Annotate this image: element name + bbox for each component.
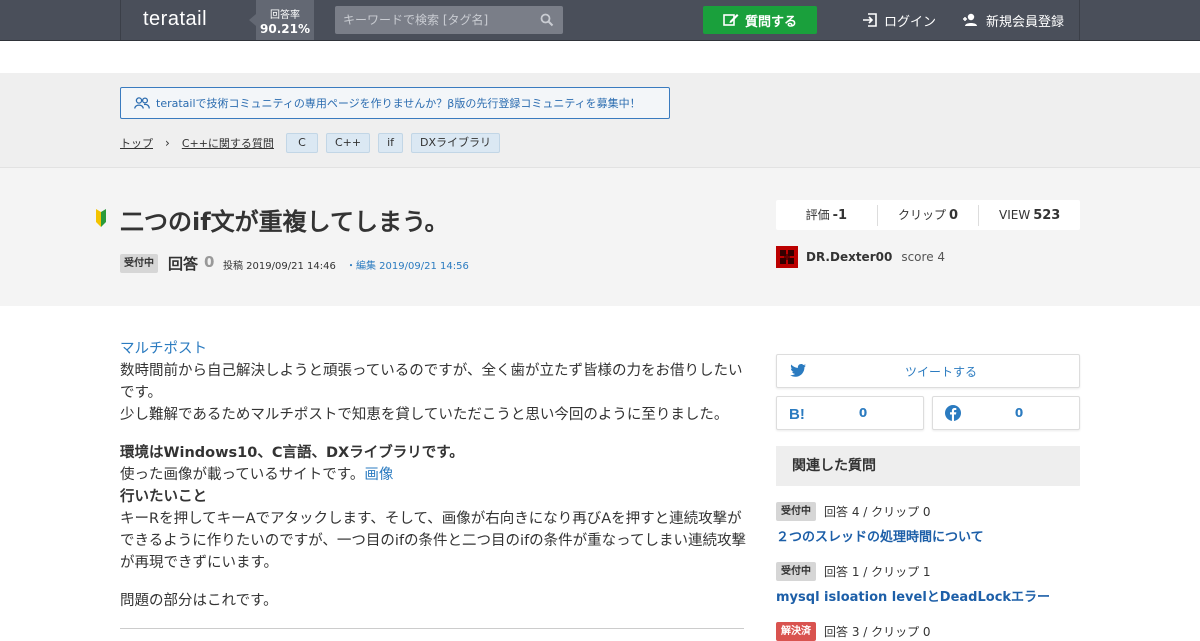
posted-date: 投稿 2019/09/21 14:46 <box>223 261 336 272</box>
breadcrumb-separator: › <box>165 136 170 150</box>
beginner-mark-icon <box>96 209 106 227</box>
related-status-badge: 受付中 <box>776 561 816 581</box>
search-icon[interactable] <box>540 13 554 27</box>
login-label: ログイン <box>884 14 937 30</box>
breadcrumb: トップ › C++に関する質問 C C++ if DXライブラリ <box>120 133 501 153</box>
community-banner[interactable]: teratailで技術コミュニティの専用ページを作りませんか？β版の先行登録コミ… <box>120 87 670 119</box>
avatar[interactable] <box>776 246 798 268</box>
rating-label: 評価 <box>805 207 830 222</box>
related-question-link[interactable]: mysql isloation levelとDeadLockエラー <box>776 586 1080 605</box>
answer-rate-value: 90.21% <box>260 22 310 36</box>
related-questions-heading: 関連した質問 <box>776 446 1080 486</box>
search-input[interactable] <box>335 6 525 34</box>
logo-text[interactable]: teratail <box>143 8 207 31</box>
tag-dxlib[interactable]: DXライブラリ <box>411 133 501 153</box>
code-block-border <box>120 628 744 629</box>
environment-text: 環境はWindows10、C言語、DXライブラリです。 <box>120 445 464 461</box>
users-icon <box>134 97 150 109</box>
author-score: score 4 <box>901 250 946 264</box>
related-question-link[interactable]: ２つのスレッドの処理時間について <box>776 526 1080 545</box>
image-link[interactable]: 画像 <box>364 467 393 483</box>
body-paragraph: 少し難解であるためマルチポストで知恵を貸していただこうと思い今回のように至りまし… <box>120 407 729 423</box>
ask-question-label: 質問する <box>744 14 797 30</box>
rating-stat: 評価 -1 <box>776 204 878 226</box>
related-meta: 回答 4 / クリップ 0 <box>824 504 931 519</box>
answer-label: 回答 <box>168 255 199 273</box>
related-question-item: 受付中 回答 4 / クリップ 0 ２つのスレッドの処理時間について <box>776 501 1080 545</box>
teratail-logo[interactable]: teratail <box>120 0 256 40</box>
image-site-text: 使った画像が載っているサイトです。 <box>120 467 365 483</box>
tweet-button[interactable]: ツイートする <box>776 354 1080 388</box>
question-stats: 評価 -1 クリップ 0 VIEW 523 <box>776 200 1080 230</box>
search-box <box>335 6 563 34</box>
edit-icon <box>723 14 739 26</box>
community-banner-text: teratailで技術コミュニティの専用ページを作りませんか？β版の先行登録コミ… <box>156 97 641 110</box>
view-stat: VIEW 523 <box>979 205 1080 226</box>
related-meta: 回答 1 / クリップ 1 <box>824 564 931 579</box>
top-navbar: teratail 回答率 90.21% 質問する ログイン 新規会員登録 <box>0 0 1200 41</box>
signup-link[interactable]: 新規会員登録 <box>962 0 1064 40</box>
clip-label: クリップ <box>897 207 946 222</box>
status-badge: 受付中 <box>120 254 158 273</box>
view-label: VIEW <box>999 207 1031 222</box>
breadcrumb-top[interactable]: トップ <box>120 135 153 151</box>
question-body: マルチポスト 数時間前から自己解決しようと頑張っているのですが、全く歯が立たず皆… <box>120 338 746 612</box>
tweet-label: ツイートする <box>904 364 977 379</box>
add-user-icon <box>963 13 977 26</box>
question-header <box>0 168 1200 306</box>
login-link[interactable]: ログイン <box>862 0 936 40</box>
multipost-link[interactable]: マルチポスト <box>120 341 207 357</box>
related-status-badge: 解決済 <box>776 621 816 641</box>
hatena-count: 0 <box>858 406 868 420</box>
related-question-item: 受付中 回答 1 / クリップ 1 mysql isloation levelと… <box>776 561 1080 605</box>
signup-label: 新規会員登録 <box>986 14 1065 30</box>
login-icon <box>863 13 877 27</box>
nav-divider <box>1079 0 1080 40</box>
clip-value: 0 <box>948 207 959 223</box>
rating-value: -1 <box>832 207 848 223</box>
related-status-badge: 受付中 <box>776 501 816 521</box>
question-title: 二つのif文が重複してしまう。 <box>120 208 449 236</box>
want-heading: 行いたいこと <box>120 489 207 505</box>
view-value: 523 <box>1033 207 1061 223</box>
tag-c[interactable]: C <box>285 133 318 153</box>
edited-link[interactable]: ・編集 2019/09/21 14:56 <box>346 257 469 272</box>
related-question-item: 解決済 回答 3 / クリップ 0 <box>776 621 1080 641</box>
answer-rate-box: 回答率 90.21% <box>249 0 314 40</box>
body-paragraph: 数時間前から自己解決しようと頑張っているのですが、全く歯が立たず皆様の力をお借り… <box>120 363 743 401</box>
answer-count: 0 <box>204 253 215 271</box>
tag-if[interactable]: if <box>378 133 403 153</box>
breadcrumb-category[interactable]: C++に関する質問 <box>182 135 274 151</box>
body-paragraph: 問題の部分はこれです。 <box>120 593 278 609</box>
author-name[interactable]: DR.Dexter00 <box>806 250 892 264</box>
body-paragraph: キーRを押してキーAでアタックします、そして、画像が右向きになり再びAを押すと連… <box>120 511 746 571</box>
hatena-bookmark-button[interactable]: B! 0 <box>776 396 924 430</box>
facebook-count: 0 <box>1014 406 1024 420</box>
facebook-share-button[interactable]: 0 <box>932 396 1080 430</box>
related-meta: 回答 3 / クリップ 0 <box>824 624 931 639</box>
ask-question-button[interactable]: 質問する <box>703 6 817 34</box>
tag-cpp[interactable]: C++ <box>325 133 371 153</box>
answer-rate-label: 回答率 <box>270 10 300 21</box>
clip-stat: クリップ 0 <box>878 204 980 226</box>
author-info: DR.Dexter00 score 4 <box>776 246 945 268</box>
